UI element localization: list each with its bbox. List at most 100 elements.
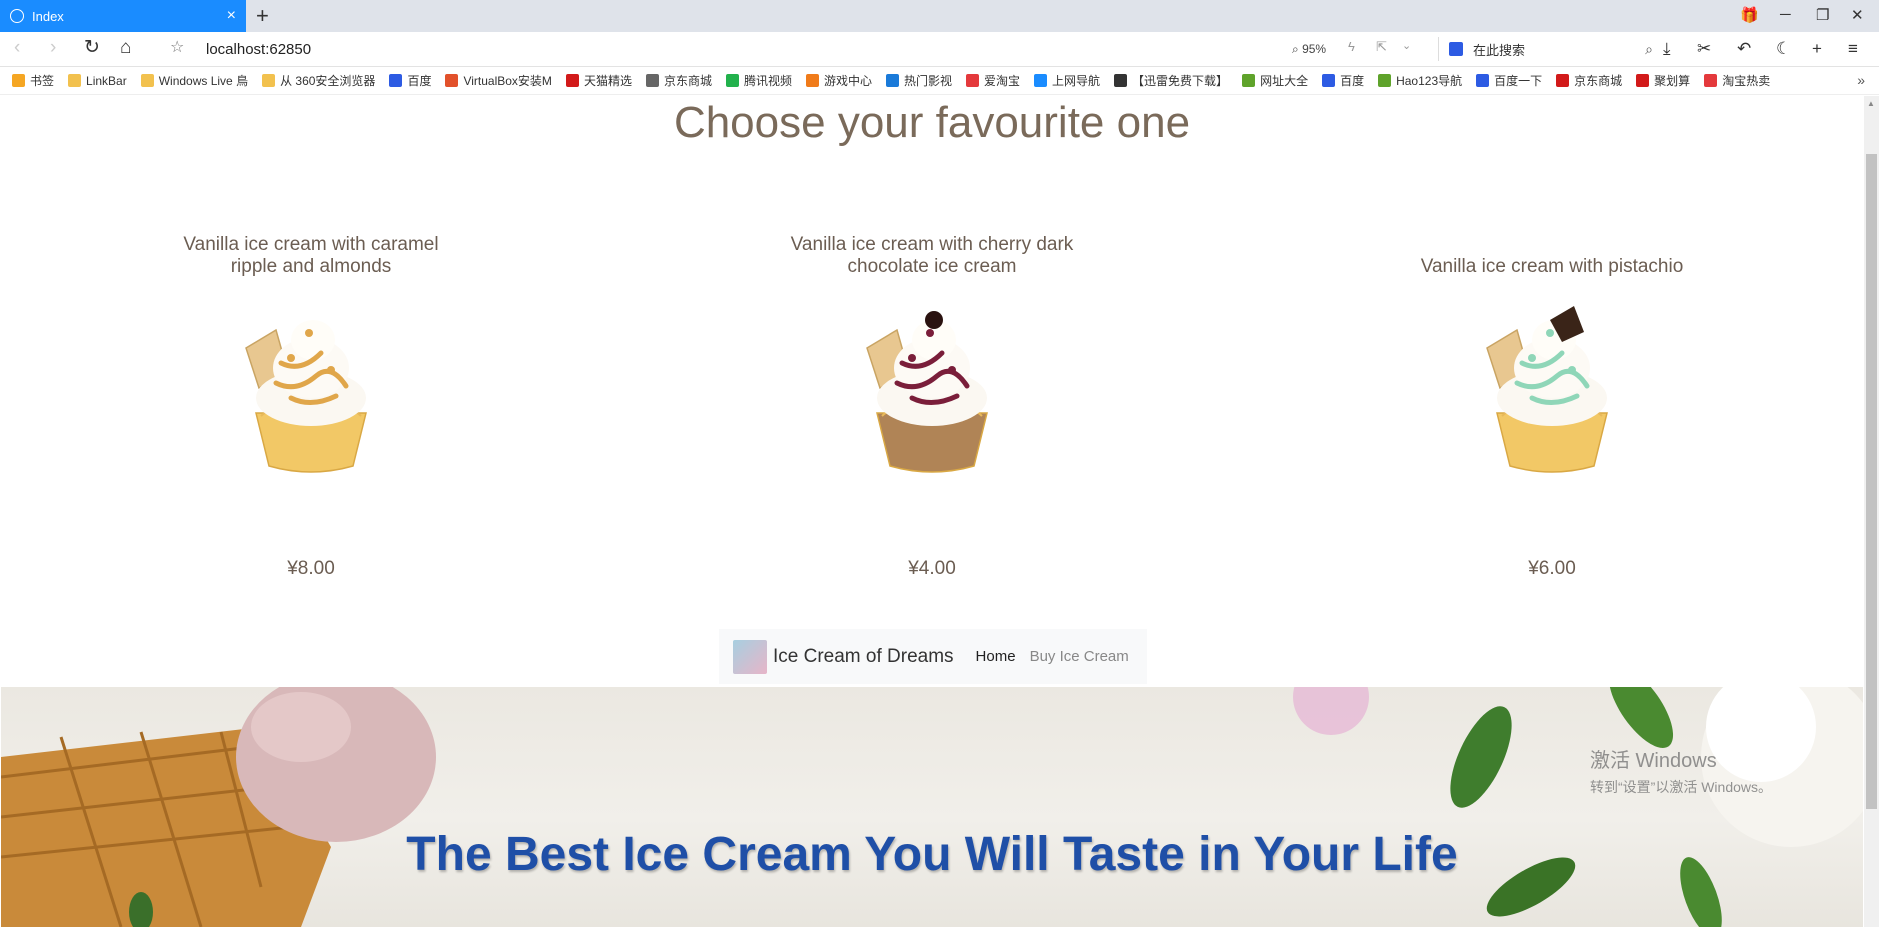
baidu-box-icon [1476,74,1490,87]
menu-icon[interactable]: ≡ [1848,39,1858,59]
favorite-star-icon[interactable]: ☆ [170,38,184,58]
bookmark-label: 从 360安全浏览器 [280,74,376,88]
product-card[interactable]: Vanilla ice cream with caramel ripple an… [161,206,461,580]
product-card[interactable]: Vanilla ice cream with cherry dark choco… [782,206,1082,580]
jd-icon [1556,74,1570,87]
home-button[interactable]: ⌂ [120,38,131,58]
bookmark-label: 天猫精选 [583,74,632,88]
folder-icon [68,74,82,87]
download-icon[interactable]: ⤓ [1663,39,1671,59]
bookmark-item[interactable]: 【迅雷免费下载】 [1114,72,1228,89]
night-mode-icon[interactable]: ☾ [1776,39,1791,59]
taobao-icon [1704,74,1718,87]
globe-icon [645,74,659,87]
close-tab-icon[interactable]: × [227,8,236,24]
search-box[interactable]: 在此搜索 ⌕ [1438,37,1661,61]
bookmarks-overflow-icon[interactable]: » [1857,72,1865,88]
folder-icon [140,74,154,87]
site-navbar: Ice Cream of Dreams Home Buy Ice Cream [719,629,1147,684]
bookmark-label: 书签 [30,74,55,88]
active-tab[interactable]: Index × [0,0,246,32]
bookmark-item[interactable]: 热门影视 [886,72,952,89]
scissors-icon[interactable]: ✂ [1697,39,1711,59]
bookmark-item[interactable]: 百度 [389,72,431,89]
bookmark-item[interactable]: 爱淘宝 [966,72,1020,89]
nav-link-buy-ice-cream[interactable]: Buy Ice Cream [1030,648,1129,665]
nav-link-home[interactable]: Home [976,648,1016,665]
bookmark-item[interactable]: 书签 [12,72,54,89]
bookmark-item[interactable]: LinkBar [68,74,127,88]
bookmark-label: 百度一下 [1494,74,1543,88]
scrollbar-thumb[interactable] [1866,154,1877,809]
product-name: Vanilla ice cream with cherry dark choco… [790,234,1074,277]
ice-cream-image [866,311,988,473]
hero-banner: The Best Ice Cream You Will Taste in You… [1,687,1863,927]
bookmark-label: 热门影视 [904,74,953,88]
scroll-up-icon[interactable]: ▲ [1867,99,1875,108]
bookmark-item[interactable]: Windows Live 鳥 [140,72,248,89]
baidu-icon [389,74,403,87]
brand-logo[interactable] [733,639,767,674]
page-heading: Choose your favourite one [673,98,1191,147]
search-icon[interactable]: ⌕ [1645,41,1653,58]
bookmark-label: 爱淘宝 [984,74,1021,88]
forward-button[interactable]: › [50,38,56,58]
product-name: Vanilla ice cream with caramel ripple an… [183,234,439,277]
tv-icon [886,74,899,87]
ice-cream-image [1486,306,1608,473]
restore-button[interactable]: ❐ [1816,6,1829,24]
bookmark-item[interactable]: 腾讯视频 [725,72,792,89]
windows-activation-watermark: 激活 Windows 转到“设置”以激活 Windows。 [1590,744,1772,797]
zoom-icon: ⌕ [1292,42,1303,56]
share-icon[interactable]: ⇱ [1376,39,1387,55]
bookmark-item[interactable]: 百度一下 [1476,72,1542,89]
c-icon [445,74,459,87]
new-tab-button[interactable]: + [256,4,269,28]
hao-icon [1242,74,1256,87]
chevron-down-icon[interactable]: ⌄ [1402,39,1411,52]
play-icon [725,74,739,87]
product-card[interactable]: Vanilla ice cream with pistachio ¥6.00 [1402,206,1702,580]
bookmark-item[interactable]: 聚划算 [1636,72,1690,89]
bookmark-label: 【迅雷免费下载】 [1132,74,1229,88]
product-price: ¥6.00 [1528,558,1576,579]
minimize-button[interactable]: ─ [1780,6,1791,23]
bookmark-item[interactable]: 从 360安全浏览器 [262,72,375,89]
q-icon [1034,74,1048,87]
bookmark-item[interactable]: Hao123导航 [1378,72,1462,89]
address-bar: ‹ › ↻ ⌂ ☆ localhost:62850 ⌕ 95% ϟ ⇱ ⌄ 在此… [0,32,1879,67]
undo-icon[interactable]: ↶ [1737,39,1751,59]
leaf-1 [1450,706,1512,808]
add-icon[interactable]: + [1812,39,1822,59]
watermark-line-1: 激活 Windows [1590,750,1717,772]
bookmark-label: 淘宝热卖 [1722,74,1771,88]
zoom-indicator[interactable]: ⌕ 95% [1292,42,1326,57]
bookmark-item[interactable]: VirtualBox安装M [445,72,552,89]
bookmark-item[interactable]: 京东商城 [645,72,712,89]
bookmark-item[interactable]: 网址大全 [1242,72,1308,89]
bookmark-item[interactable]: 百度 [1322,72,1364,89]
hero-title: The Best Ice Cream You Will Taste in You… [406,828,1458,881]
bookmark-item[interactable]: 京东商城 [1556,72,1622,89]
baidu-icon [1322,74,1336,87]
brand-name[interactable]: Ice Cream of Dreams [773,646,954,668]
lightning-icon[interactable]: ϟ [1348,39,1355,54]
bookmark-item[interactable]: 游戏中心 [805,72,872,89]
reload-button[interactable]: ↻ [84,38,100,58]
bookmark-label: 游戏中心 [823,74,872,88]
gift-icon[interactable]: 🎁 [1740,6,1759,24]
back-button[interactable]: ‹ [14,38,20,58]
search-engine-icon[interactable] [1449,42,1463,56]
close-window-button[interactable]: ✕ [1851,6,1864,24]
bookmark-label: LinkBar [86,73,127,88]
bookmark-item[interactable]: 淘宝热卖 [1704,72,1770,89]
vertical-scrollbar[interactable]: ▲ [1864,96,1879,927]
url-field[interactable]: localhost:62850 [206,41,311,58]
bookmark-item[interactable]: 上网导航 [1034,72,1100,89]
globe-icon [10,9,24,23]
juhuasuan-icon [1636,74,1650,87]
bookmark-item[interactable]: 天猫精选 [565,72,632,89]
search-placeholder: 在此搜索 [1473,42,1526,58]
tab-title: Index [32,8,64,24]
zoom-level: 95% [1302,42,1327,56]
